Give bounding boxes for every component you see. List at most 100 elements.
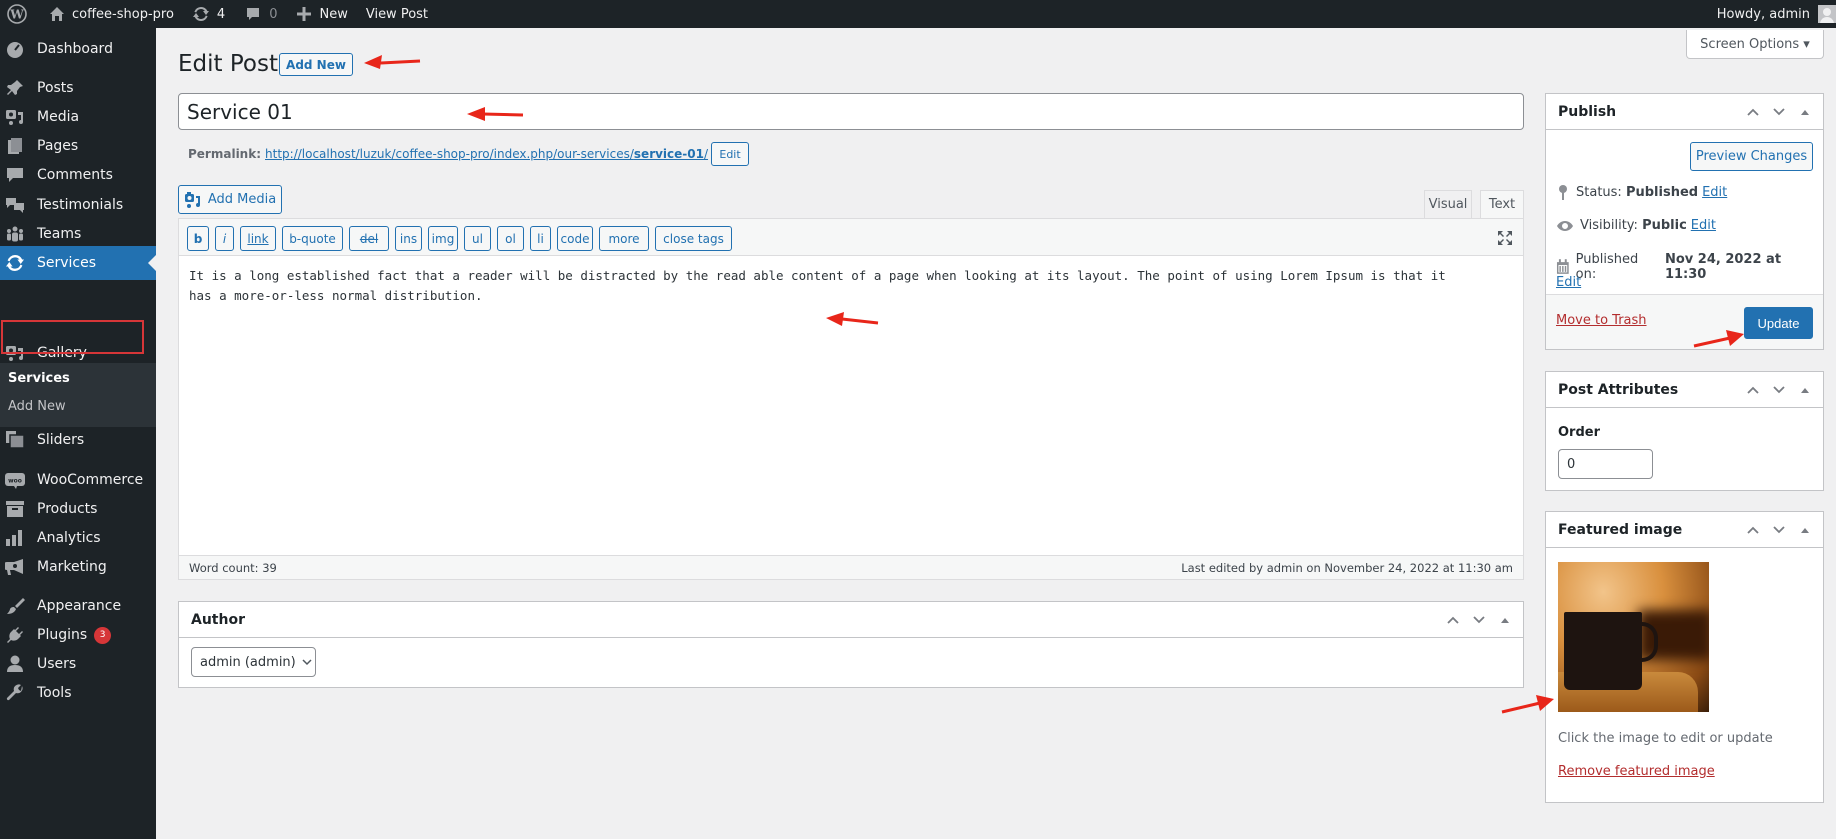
move-down-button[interactable] (1467, 610, 1491, 630)
chevron-up-icon (1447, 616, 1459, 624)
sidebar-item-marketing[interactable]: Marketing (0, 550, 156, 584)
view-post-label: View Post (365, 6, 429, 22)
visibility-edit-link[interactable]: Edit (1691, 218, 1716, 233)
quicktag-img-button[interactable]: img (428, 226, 458, 251)
dashboard-icon (5, 39, 25, 59)
quicktag-b-button[interactable]: b (187, 226, 209, 251)
status-row: Status: Published Edit (1556, 184, 1727, 200)
sidebar-item-label: Pages (37, 138, 79, 154)
quicktag-ol-button[interactable]: ol (497, 226, 524, 251)
quicktag-i-button[interactable]: i (215, 226, 234, 251)
plus-icon (297, 7, 312, 21)
post-title-input[interactable] (178, 93, 1524, 130)
preview-changes-button[interactable]: Preview Changes (1690, 142, 1813, 171)
quicktag-ul-button[interactable]: ul (464, 226, 491, 251)
move-up-button[interactable] (1741, 102, 1765, 122)
view-post-link[interactable]: View Post (359, 0, 435, 28)
updates-link[interactable]: 4 (185, 0, 232, 28)
quicktag-del-button[interactable]: del (349, 226, 389, 251)
add-media-button[interactable]: Add Media (178, 185, 282, 214)
triangle-up-icon (1501, 618, 1509, 623)
add-media-label: Add Media (207, 192, 277, 207)
permalink-link[interactable]: http://localhost/luzuk/coffee-shop-pro/i… (265, 147, 708, 161)
comments-count: 0 (269, 6, 278, 22)
chevron-up-icon (1747, 526, 1759, 534)
word-count: Word count: 39 (189, 560, 277, 575)
move-down-button[interactable] (1767, 102, 1791, 122)
visibility-value: Public (1642, 218, 1687, 233)
wordpress-logo-button[interactable]: W (0, 0, 34, 28)
sidebar-item-label: Users (37, 656, 77, 672)
status-value: Published (1625, 184, 1699, 200)
toggle-panel-button[interactable] (1793, 520, 1817, 540)
screen-options-button[interactable]: Screen Options ▾ (1686, 30, 1824, 59)
editor: b i link b-quote del ins img ul ol li code more clos… (178, 218, 1524, 580)
featured-image-header: Featured image (1546, 512, 1823, 548)
eye-icon (1557, 220, 1573, 231)
publish-actions: Move to Trash Update (1546, 294, 1823, 349)
admin-sidebar: Dashboard Posts Media Pages Comments Testimon… (0, 28, 156, 839)
groups-icon (5, 224, 25, 244)
featured-image-caption: Click the image to edit or update (1558, 731, 1773, 746)
user-icon (5, 654, 25, 674)
sidebar-item-tools[interactable]: Tools (0, 676, 156, 710)
published-value: Nov 24, 2022 at 11:30 (1664, 252, 1782, 282)
post-content-textarea[interactable]: It is a long established fact that a rea… (189, 266, 1509, 306)
move-down-button[interactable] (1767, 520, 1791, 540)
author-title: Author (191, 611, 245, 628)
testimonials-icon (5, 195, 25, 215)
permalink-edit-button[interactable]: Edit (711, 142, 750, 166)
move-up-button[interactable] (1741, 380, 1765, 400)
services-submenu: Services Add New (0, 363, 156, 427)
quicktag-close-tags-button[interactable]: close tags (655, 226, 732, 251)
move-to-trash-link[interactable]: Move to Trash (1556, 313, 1647, 328)
admin-bar: W coffee-shop-pro 4 0 New View Post Howd… (0, 0, 1836, 28)
author-metabox: Author admin (admin) (178, 601, 1524, 688)
update-button[interactable]: Update (1744, 307, 1813, 339)
quicktag-b-quote-button[interactable]: b-quote (282, 226, 343, 251)
site-name-link[interactable]: coffee-shop-pro (42, 0, 181, 28)
remove-featured-image-link[interactable]: Remove featured image (1558, 764, 1715, 779)
sidebar-item-services[interactable]: Services (0, 246, 156, 280)
my-account-menu[interactable]: Howdy, admin (1710, 0, 1836, 28)
status-edit-link[interactable]: Edit (1702, 185, 1727, 200)
last-edited: Last edited by admin on November 24, 202… (1181, 560, 1513, 575)
submenu-item-add-new[interactable]: Add New (8, 399, 66, 414)
sidebar-item-comments[interactable]: Comments (0, 158, 156, 192)
permalink-row: Permalink: http://localhost/luzuk/coffee… (188, 142, 750, 166)
pin-icon (1559, 185, 1567, 200)
post-attributes-metabox: Post Attributes Order (1545, 371, 1824, 491)
quicktag-link-button[interactable]: link (240, 226, 276, 251)
sidebar-item-label: Services (37, 255, 97, 271)
quicktag-code-button[interactable]: code (557, 226, 593, 251)
sidebar-item-label: Comments (37, 167, 113, 183)
sidebar-item-dashboard[interactable]: Dashboard (0, 32, 156, 66)
chevron-up-icon (1747, 386, 1759, 394)
toggle-panel-button[interactable] (1793, 380, 1817, 400)
published-edit-link[interactable]: Edit (1556, 275, 1581, 290)
annotation-arrow (364, 55, 421, 69)
visibility-label: Visibility: (1580, 218, 1638, 233)
author-select[interactable]: admin (admin) (191, 647, 316, 677)
publish-metabox: Publish Preview Changes Status: Publishe… (1545, 93, 1824, 350)
order-input[interactable] (1558, 449, 1653, 479)
tab-visual[interactable]: Visual (1424, 190, 1472, 218)
featured-image-thumbnail[interactable] (1558, 562, 1709, 712)
move-up-button[interactable] (1441, 610, 1465, 630)
quicktag-li-button[interactable]: li (530, 226, 551, 251)
tab-text[interactable]: Text (1480, 190, 1524, 218)
toggle-panel-button[interactable] (1493, 610, 1517, 630)
fullscreen-icon[interactable] (1497, 230, 1513, 246)
move-up-button[interactable] (1741, 520, 1765, 540)
move-down-button[interactable] (1767, 380, 1791, 400)
quicktag-ins-button[interactable]: ins (395, 226, 422, 251)
sidebar-item-sliders[interactable]: Sliders (0, 423, 156, 457)
published-on-row: Published on: Nov 24, 2022 at 11:30 (1556, 252, 1823, 282)
toggle-panel-button[interactable] (1793, 102, 1817, 122)
submenu-item-services[interactable]: Services (8, 371, 70, 386)
quicktag-more-button[interactable]: more (599, 226, 649, 251)
new-content-link[interactable]: New (290, 0, 354, 28)
permalink-slug: service-01 (633, 147, 704, 161)
comments-link[interactable]: 0 (238, 0, 284, 28)
add-new-button[interactable]: Add New (279, 53, 353, 76)
